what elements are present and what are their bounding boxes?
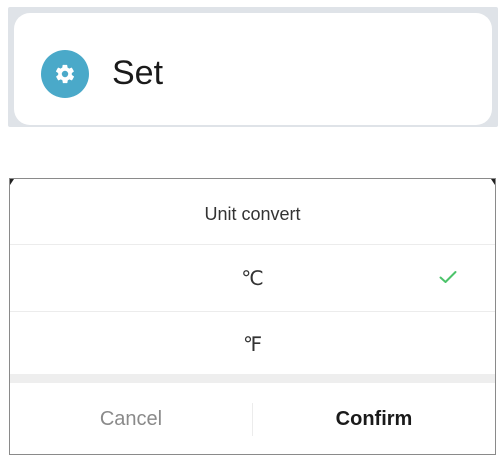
dialog-title: Unit convert (10, 179, 495, 245)
option-celsius-label: ℃ (241, 268, 264, 290)
unit-convert-dialog: Unit convert ℃ ℉ Cancel Confirm (9, 178, 496, 455)
option-fahrenheit-label: ℉ (242, 334, 263, 356)
checkmark-icon (439, 271, 457, 283)
option-fahrenheit[interactable]: ℉ (10, 313, 495, 379)
cancel-button[interactable]: Cancel (10, 383, 252, 454)
dialog-button-row: Cancel Confirm (10, 383, 495, 454)
settings-panel: Set (8, 7, 498, 127)
settings-card[interactable]: Set (14, 13, 492, 125)
divider-band (10, 374, 495, 383)
settings-label: Set (112, 54, 164, 92)
option-celsius[interactable]: ℃ (10, 246, 495, 312)
gear-icon (41, 50, 89, 98)
confirm-button[interactable]: Confirm (253, 383, 495, 454)
